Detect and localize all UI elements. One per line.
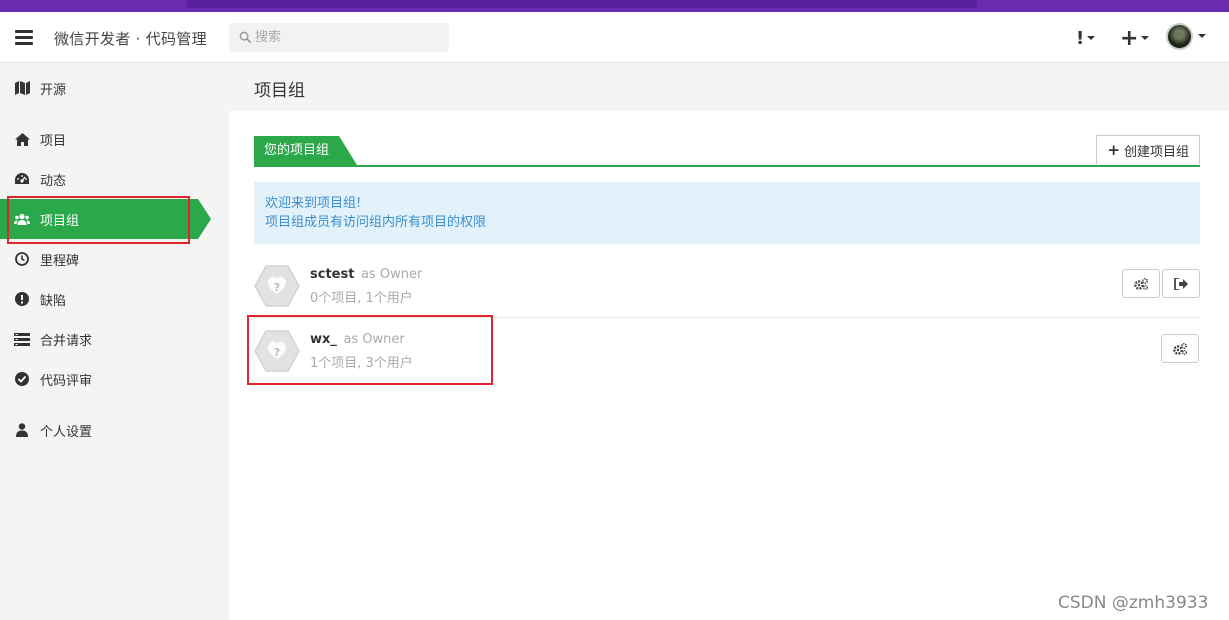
sidebar-item-code-review[interactable]: 代码评审 — [0, 359, 212, 399]
info-line-welcome: 欢迎来到项目组! — [265, 196, 362, 211]
avatar — [1166, 22, 1193, 50]
sign-out-icon — [1174, 277, 1188, 290]
dashboard-icon — [14, 171, 30, 187]
search-icon — [239, 31, 252, 44]
chevron-down-icon — [1087, 36, 1096, 40]
clock-icon — [14, 251, 30, 267]
exclamation-circle-icon — [14, 291, 30, 307]
sidebar-item-label: 代码评审 — [40, 373, 93, 389]
plus-icon: + — [1107, 141, 1120, 159]
group-meta: 0个项目, 1个用户 — [310, 291, 413, 306]
sidebar-item-label: 项目 — [40, 133, 67, 149]
menu-toggle-icon[interactable] — [15, 30, 33, 45]
user-menu[interactable] — [1166, 22, 1206, 50]
browser-address-bar[interactable] — [187, 0, 977, 8]
alerts-dropdown[interactable]: ! — [1076, 26, 1096, 50]
cogs-icon — [1134, 277, 1149, 290]
group-row: ? sctest as Owner 0个项目, 1个用户 — [254, 254, 1200, 318]
browser-strip — [0, 0, 1229, 12]
chevron-down-icon — [1141, 36, 1150, 40]
highlight-box — [7, 196, 190, 244]
search-box[interactable] — [229, 23, 449, 52]
brand-title[interactable]: 微信开发者 · 代码管理 — [54, 28, 207, 49]
map-icon — [14, 80, 30, 96]
group-avatar[interactable]: ? — [254, 264, 300, 308]
check-circle-icon — [14, 371, 30, 387]
list-icon — [14, 331, 30, 347]
create-group-button[interactable]: + 创建项目组 — [1096, 135, 1200, 164]
sidebar-item-label: 个人设置 — [40, 424, 93, 440]
alert-icon: ! — [1076, 27, 1085, 49]
chevron-down-icon — [1198, 34, 1206, 38]
svg-text:?: ? — [274, 281, 280, 294]
sidebar-item-open-source[interactable]: 开源 — [0, 68, 212, 108]
page-header: 项目组 — [229, 63, 1229, 111]
sidebar-item-label: 缺陷 — [40, 293, 67, 309]
create-group-label: 创建项目组 — [1123, 144, 1189, 160]
leave-group-button[interactable] — [1162, 269, 1200, 298]
search-input[interactable] — [255, 23, 445, 52]
group-name-link[interactable]: sctest as Owner — [310, 267, 422, 282]
sidebar-item-label: 动态 — [40, 173, 67, 189]
sidebar-item-issues[interactable]: 缺陷 — [0, 279, 212, 319]
sidebar-item-label: 合并请求 — [40, 333, 93, 349]
sidebar-item-merge-requests[interactable]: 合并请求 — [0, 319, 212, 359]
group-settings-button[interactable] — [1161, 334, 1199, 363]
sidebar-item-label: 开源 — [40, 82, 67, 98]
sidebar: 开源 项目 动态 项目组 里程碑 缺陷 合并请求 代码评审 个人设置 — [0, 63, 229, 620]
sidebar-item-label: 里程碑 — [40, 253, 80, 269]
info-line-permissions: 项目组成员有访问组内所有项目的权限 — [265, 215, 487, 230]
sidebar-item-activity[interactable]: 动态 — [0, 159, 212, 199]
sidebar-item-projects[interactable]: 项目 — [0, 119, 212, 159]
highlight-box — [247, 315, 493, 385]
group-role: as Owner — [360, 267, 423, 282]
watermark: CSDN @zmh3933 — [1058, 593, 1209, 613]
info-alert: 欢迎来到项目组! 项目组成员有访问组内所有项目的权限 — [254, 182, 1200, 244]
group-settings-button[interactable] — [1122, 269, 1160, 298]
user-icon — [14, 422, 30, 438]
cogs-icon — [1173, 342, 1188, 355]
page-title: 项目组 — [254, 81, 305, 101]
sidebar-item-settings[interactable]: 个人设置 — [0, 410, 212, 450]
create-dropdown[interactable]: + — [1120, 25, 1150, 51]
groups-tab-row: 您的项目组 + 创建项目组 — [254, 135, 1200, 167]
tab-your-groups[interactable]: 您的项目组 — [254, 136, 358, 165]
plus-icon: + — [1120, 25, 1139, 51]
top-navbar: 微信开发者 · 代码管理 ! + — [0, 12, 1229, 63]
group-name[interactable]: sctest — [310, 267, 354, 282]
home-icon — [14, 131, 30, 147]
sidebar-item-milestones[interactable]: 里程碑 — [0, 239, 212, 279]
